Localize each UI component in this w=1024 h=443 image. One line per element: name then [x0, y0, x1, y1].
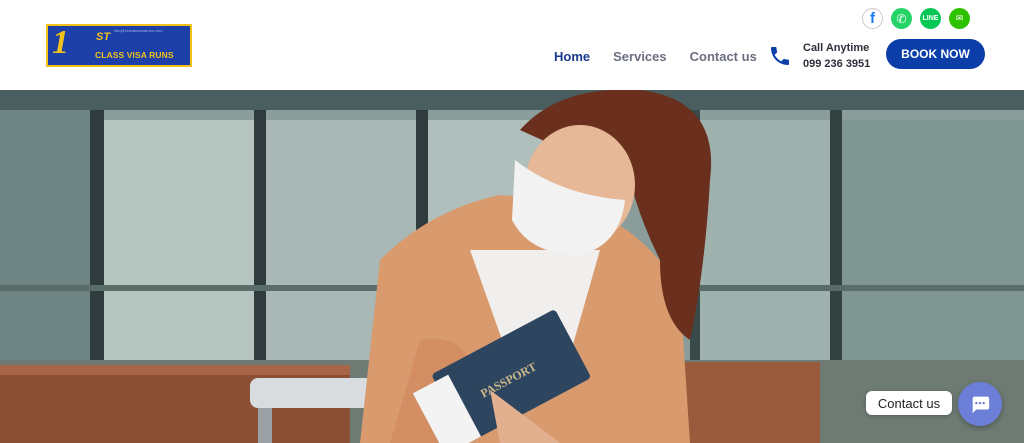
- book-now-button[interactable]: BOOK NOW: [886, 39, 985, 69]
- contact-chat-label[interactable]: Contact us: [866, 391, 952, 415]
- line-icon[interactable]: LINE: [920, 8, 941, 29]
- logo-name: CLASS VISA RUNS: [95, 50, 174, 60]
- phone-icon: [771, 47, 789, 65]
- nav-contact[interactable]: Contact us: [690, 49, 757, 64]
- wechat-icon[interactable]: ✉: [949, 8, 970, 29]
- nav-home[interactable]: Home: [554, 49, 590, 64]
- logo-number: 1: [52, 24, 69, 61]
- call-label: Call Anytime: [803, 42, 870, 54]
- call-info: Call Anytime 099 236 3951: [803, 40, 870, 72]
- site-logo[interactable]: 1 ST info@1stclassvisaruns.com CLASS VIS…: [46, 24, 192, 67]
- main-nav: Home Services Contact us: [554, 49, 757, 64]
- social-links: f ✆ LINE ✉: [862, 8, 970, 29]
- logo-email: info@1stclassvisaruns.com: [114, 28, 163, 33]
- whatsapp-icon[interactable]: ✆: [891, 8, 912, 29]
- chat-bubble-icon: [972, 396, 990, 414]
- nav-services[interactable]: Services: [613, 49, 667, 64]
- site-header: 1 ST info@1stclassvisaruns.com CLASS VIS…: [0, 0, 1024, 90]
- facebook-icon[interactable]: f: [862, 8, 883, 29]
- chat-button[interactable]: [958, 382, 1002, 426]
- logo-superscript: ST: [96, 31, 111, 43]
- call-number[interactable]: 099 236 3951: [803, 56, 870, 72]
